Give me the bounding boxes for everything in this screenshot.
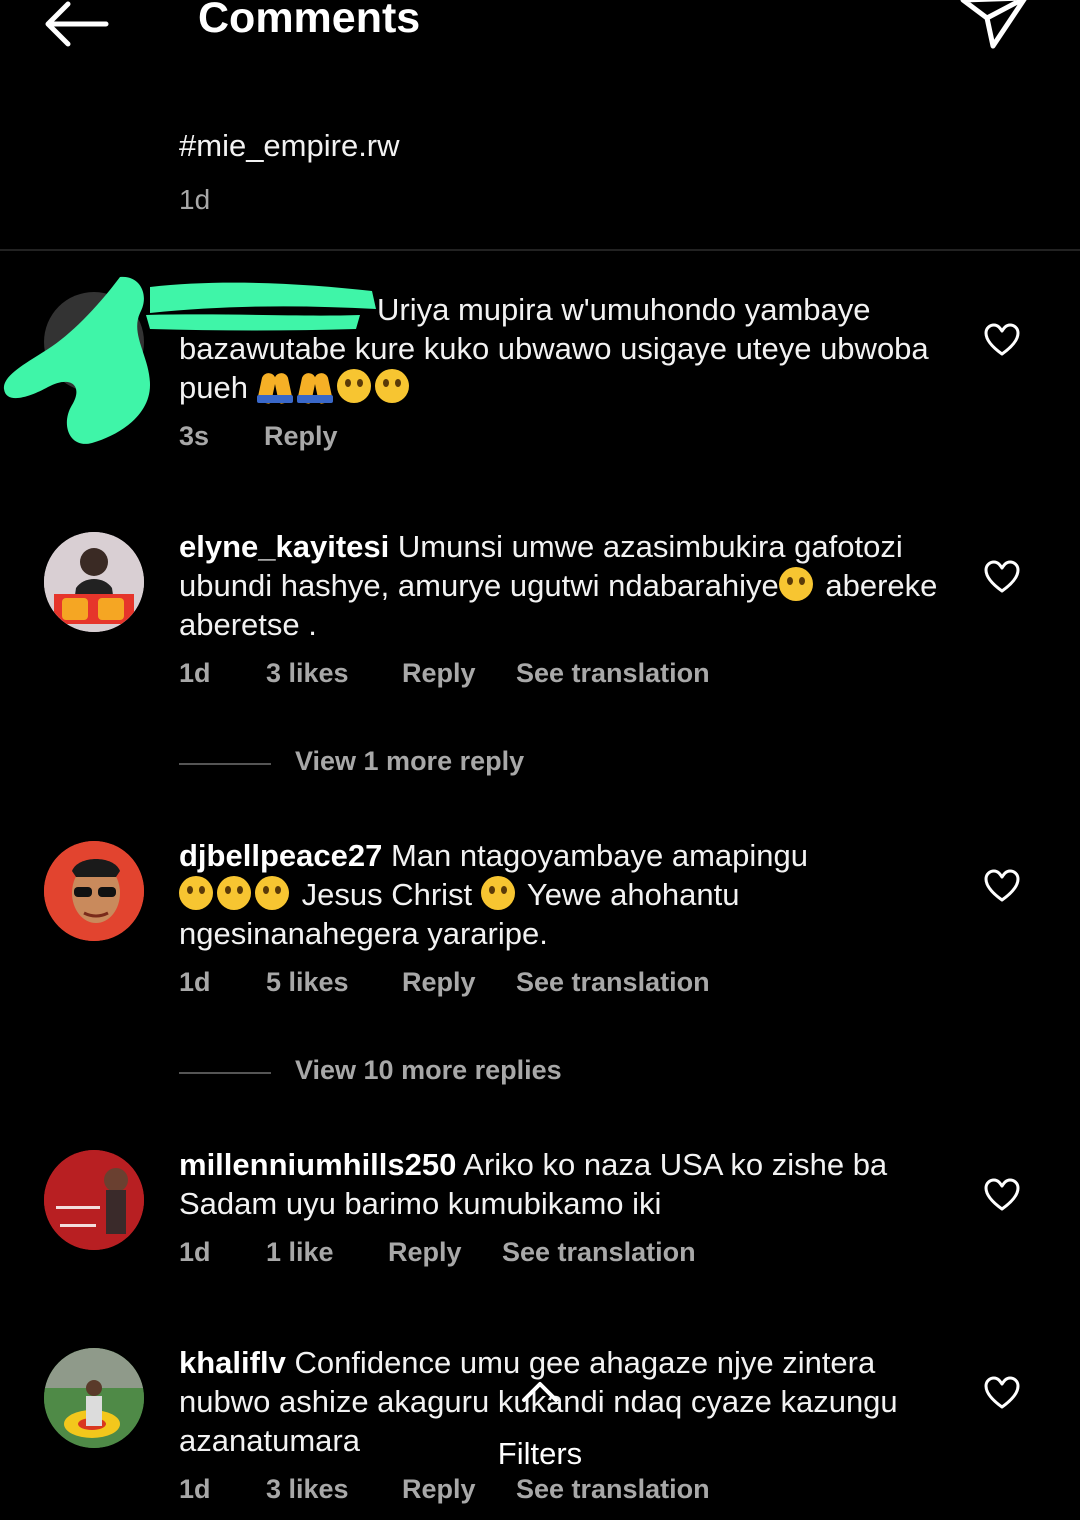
back-button[interactable] [42, 0, 112, 50]
filters-button[interactable]: Filters [470, 1372, 610, 1482]
caption-timestamp: 1d [179, 184, 211, 215]
avatar[interactable] [44, 1150, 144, 1250]
like-button[interactable] [984, 1178, 1020, 1212]
chevron-up-icon [522, 1382, 558, 1402]
comment-text: elyne_kayitesi Umunsi umwe azasimbukira … [179, 527, 949, 644]
flushed-face-emoji-icon [255, 876, 289, 910]
comment-time: 1d [179, 658, 211, 688]
top-bar: Comments [0, 0, 1080, 60]
avatar[interactable] [44, 841, 144, 941]
arrow-left-icon [45, 1, 109, 47]
page-title: Comments [198, 0, 421, 42]
see-translation-button[interactable]: See translation [516, 658, 710, 689]
reply-button[interactable]: Reply [402, 967, 476, 998]
like-button[interactable] [984, 869, 1020, 903]
comment-time: 1d [179, 1474, 211, 1504]
view-replies-label: View 10 more replies [295, 1055, 562, 1085]
heart-icon [984, 869, 1020, 902]
comment-text: djbellpeace27 Man ntagoyambaye amapingu … [179, 836, 949, 953]
replies-line [179, 763, 271, 765]
view-replies-label: View 1 more reply [295, 746, 525, 776]
tears-of-joy-emoji-icon [778, 567, 813, 601]
comment-username[interactable]: djbellpeace27 [179, 838, 382, 873]
see-translation-button[interactable]: See translation [502, 1237, 696, 1268]
likes-count[interactable]: 1 like [266, 1237, 334, 1268]
comment-username[interactable]: millenniumhills250 [179, 1147, 456, 1182]
like-button[interactable] [984, 323, 1020, 357]
like-button[interactable] [984, 560, 1020, 594]
thinking-face-emoji-icon [480, 876, 515, 910]
heart-icon [984, 1178, 1020, 1211]
comment-body: Man ntagoyambaye amapingu [390, 838, 809, 873]
like-button[interactable] [984, 1376, 1020, 1410]
reply-button[interactable]: Reply [402, 1474, 476, 1505]
heart-icon [984, 323, 1020, 356]
avatar-image [44, 841, 144, 941]
replies-line [179, 1072, 271, 1074]
comment-text: millenniumhills250 Ariko ko naza USA ko … [179, 1145, 949, 1223]
avatar[interactable] [44, 532, 144, 632]
filters-label: Filters [497, 1436, 583, 1471]
heart-icon [984, 560, 1020, 593]
caption-divider [0, 249, 1080, 251]
comment-time: 1d [179, 967, 211, 997]
avatar-image [44, 1150, 144, 1250]
reply-button[interactable]: Reply [402, 658, 476, 689]
flushed-face-emoji-icon [179, 876, 213, 910]
reply-button[interactable]: Reply [388, 1237, 462, 1268]
see-translation-button[interactable]: See translation [516, 967, 710, 998]
comment-username[interactable]: elyne_kayitesi [179, 529, 389, 564]
likes-count[interactable]: 5 likes [266, 967, 349, 998]
comment-body-continued: Jesus Christ [301, 877, 473, 912]
flushed-face-emoji-icon [217, 876, 251, 910]
post-caption: #mie_empire.rw [179, 128, 400, 163]
comment-time: 3s [179, 421, 210, 451]
reply-button[interactable]: Reply [264, 421, 338, 452]
likes-count[interactable]: 3 likes [266, 1474, 349, 1505]
heart-icon [984, 1376, 1020, 1409]
avatar-image [44, 1348, 144, 1448]
avatar[interactable] [44, 1348, 144, 1448]
likes-count[interactable]: 3 likes [266, 658, 349, 689]
share-button[interactable] [955, 0, 1031, 52]
paper-plane-icon [960, 0, 1027, 49]
comments-screen: Comments #mie_empire.rw 1d Uriya mupira … [0, 0, 1080, 1520]
comment-username[interactable]: khaliflv [179, 1345, 286, 1380]
avatar-image [44, 532, 144, 632]
comment-time: 1d [179, 1237, 211, 1267]
